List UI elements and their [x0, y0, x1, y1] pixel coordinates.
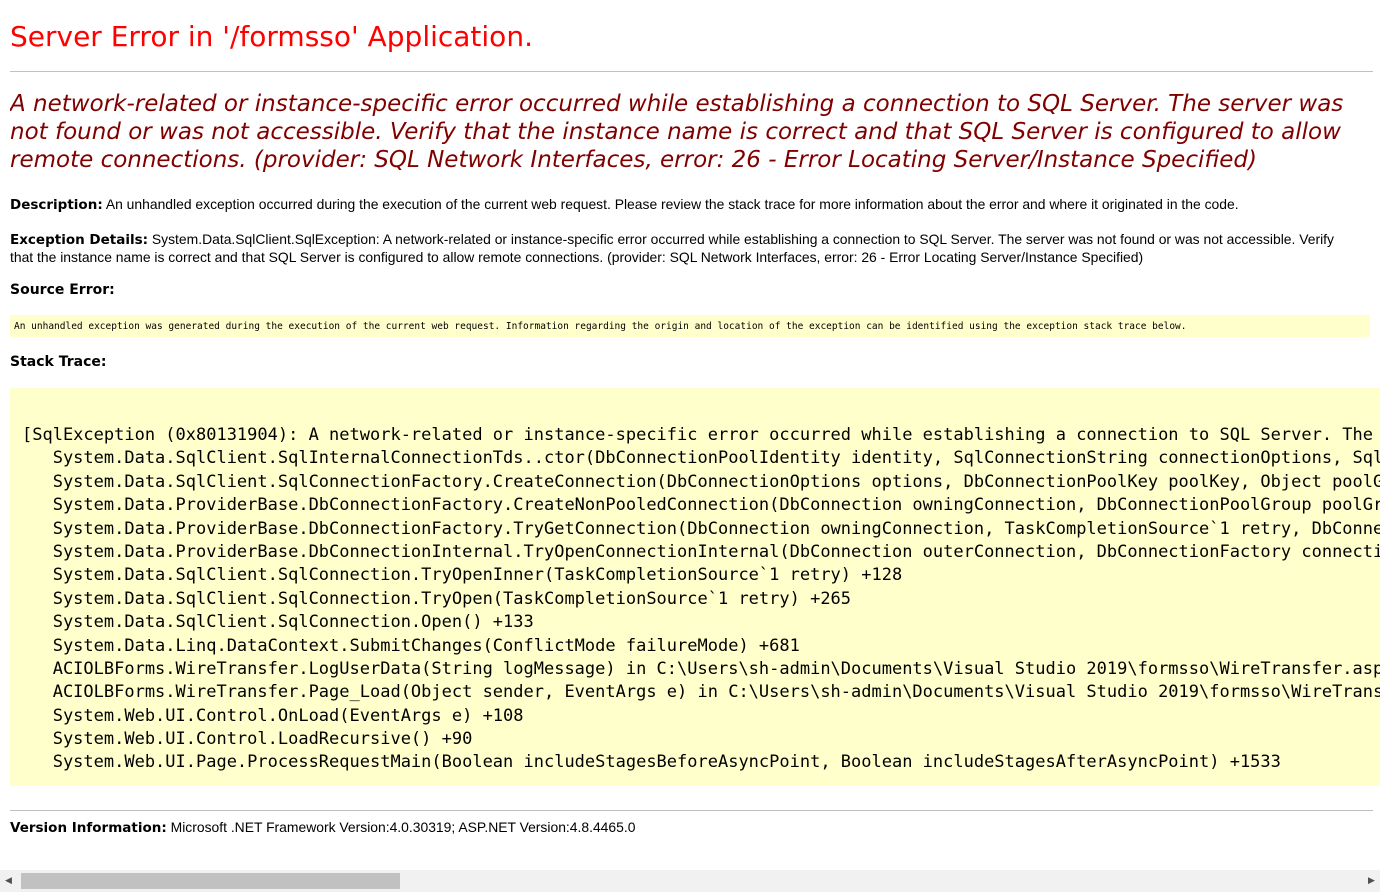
exception-details-section: Exception Details: System.Data.SqlClient…	[10, 231, 1355, 266]
stack-trace-line: ACIOLBForms.WireTransfer.Page_Load(Objec…	[22, 682, 1380, 703]
stack-trace-line: ACIOLBForms.WireTransfer.LogUserData(Str…	[22, 658, 1380, 679]
source-error-label: Source Error:	[10, 282, 115, 298]
version-text: Microsoft .NET Framework Version:4.0.303…	[170, 819, 636, 835]
stack-trace-line: System.Data.Linq.DataContext.SubmitChang…	[22, 635, 800, 656]
error-headline: A network-related or instance-specific e…	[10, 91, 1344, 173]
version-label: Version Information:	[10, 820, 167, 836]
title-divider	[10, 71, 1373, 72]
description-label: Description:	[10, 197, 103, 213]
stack-trace-line: System.Data.SqlClient.SqlConnection.TryO…	[22, 565, 903, 586]
stack-trace-lines: [SqlException (0x80131904): A network-re…	[22, 424, 1380, 775]
stack-trace-line: System.Web.UI.Control.OnLoad(EventArgs e…	[22, 705, 524, 726]
error-page: Server Error in '/formsso' Application. …	[10, 0, 1380, 870]
description-section: Description: An unhandled exception occu…	[10, 196, 1370, 214]
stack-trace-line: System.Data.SqlClient.SqlInternalConnect…	[22, 448, 1380, 469]
stack-trace-line: System.Data.ProviderBase.DbConnectionFac…	[22, 518, 1380, 539]
stack-trace-box: [SqlException (0x80131904): A network-re…	[10, 388, 1380, 786]
stack-trace-line: System.Data.SqlClient.SqlConnection.Open…	[22, 612, 534, 633]
stack-trace-line: System.Web.UI.Page.ProcessRequestMain(Bo…	[22, 752, 1281, 773]
stack-trace-line: [SqlException (0x80131904): A network-re…	[22, 425, 1380, 445]
stack-trace-line: System.Data.ProviderBase.DbConnectionInt…	[22, 541, 1380, 562]
exception-details-text: System.Data.SqlClient.SqlException: A ne…	[10, 231, 1334, 265]
source-error-text: An unhandled exception was generated dur…	[14, 321, 1187, 332]
scroll-left-arrow-icon[interactable]: ◀	[0, 870, 17, 892]
description-text: An unhandled exception occurred during t…	[105, 196, 1239, 212]
exception-details-label: Exception Details:	[10, 232, 149, 248]
stack-trace-label: Stack Trace:	[10, 354, 107, 370]
horizontal-scrollbar[interactable]: ◀ ▶	[0, 870, 1380, 892]
version-information: Version Information: Microsoft .NET Fram…	[10, 819, 635, 837]
page-title: Server Error in '/formsso' Application.	[10, 20, 533, 53]
footer-divider	[10, 810, 1373, 811]
stack-trace-line: System.Web.UI.Control.LoadRecursive() +9…	[22, 729, 473, 750]
stack-trace-line: System.Data.SqlClient.SqlConnectionFacto…	[22, 471, 1380, 492]
source-error-box: An unhandled exception was generated dur…	[10, 315, 1370, 337]
scrollbar-thumb[interactable]	[21, 873, 400, 889]
stack-trace-line: System.Data.SqlClient.SqlConnection.TryO…	[22, 588, 852, 609]
stack-trace-line: System.Data.ProviderBase.DbConnectionFac…	[22, 495, 1380, 516]
scroll-right-arrow-icon[interactable]: ▶	[1363, 870, 1380, 892]
